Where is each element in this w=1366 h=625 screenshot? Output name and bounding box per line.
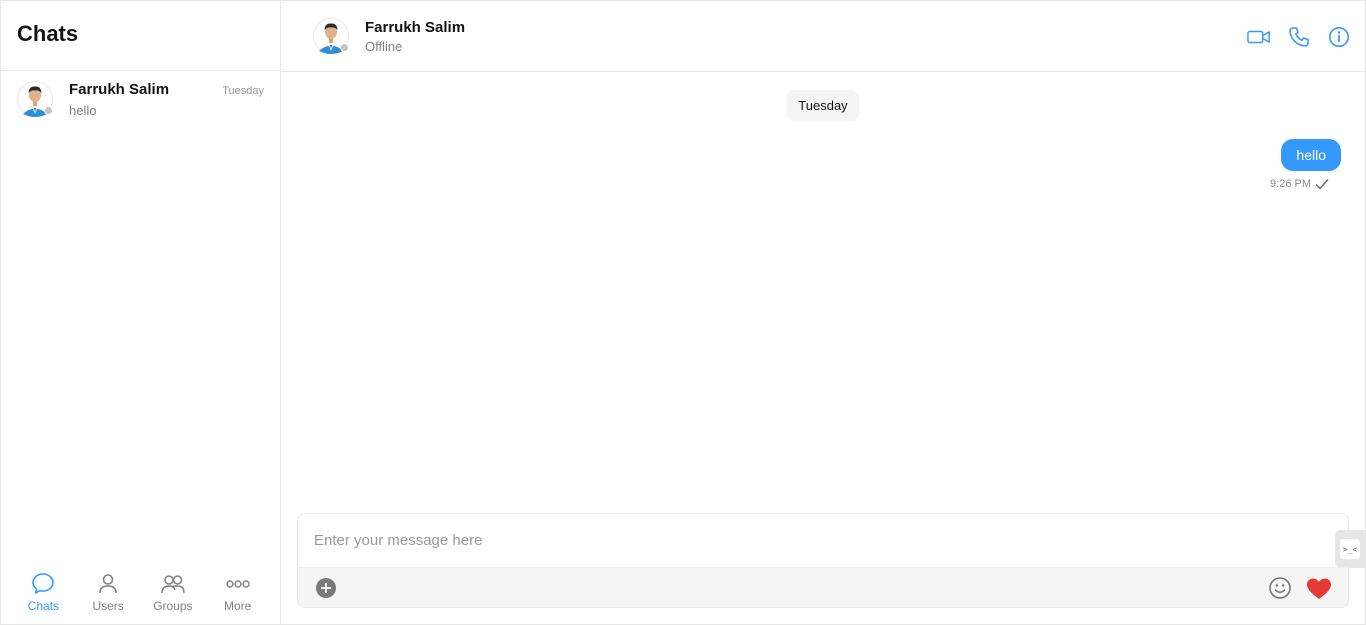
attach-button[interactable] <box>316 578 336 598</box>
bottom-nav: Chats Users Groups More <box>1 560 280 624</box>
heart-icon <box>1307 578 1331 599</box>
nav-item-chats[interactable]: Chats <box>13 571 73 613</box>
avatar[interactable] <box>313 18 349 54</box>
message-meta: 9:26 PM <box>1270 178 1329 190</box>
chat-list-item[interactable]: Farrukh Salim hello Tuesday <box>1 71 280 127</box>
chat-list: Farrukh Salim hello Tuesday <box>1 71 280 560</box>
emoji-button[interactable] <box>1268 576 1292 600</box>
terminal-icon: >_< <box>1340 539 1360 559</box>
message-time: 9:26 PM <box>1270 178 1311 190</box>
more-icon <box>225 580 250 588</box>
plus-circle-icon <box>316 578 336 598</box>
groups-icon <box>161 575 185 594</box>
video-call-button[interactable] <box>1247 25 1271 49</box>
chat-header: Farrukh Salim Offline <box>281 1 1365 72</box>
sidebar-header: Chats <box>1 1 280 71</box>
outgoing-message-bubble[interactable]: hello <box>1281 139 1341 171</box>
chat-app: Chats Farrukh Salim hello Tuesday Chats … <box>0 0 1366 625</box>
chat-main: Farrukh Salim Offline Tuesday hello 9:26… <box>281 1 1365 624</box>
header-actions <box>1231 25 1351 49</box>
nav-label: Chats <box>27 599 60 613</box>
emoji-icon <box>1269 577 1291 599</box>
sidebar: Chats Farrukh Salim hello Tuesday Chats … <box>1 1 281 624</box>
chat-item-time: Tuesday <box>222 85 264 97</box>
message-input[interactable] <box>298 514 1348 567</box>
header-contact-name: Farrukh Salim <box>365 18 466 36</box>
floating-side-tab[interactable]: >_< <box>1335 530 1365 568</box>
nav-item-users[interactable]: Users <box>78 571 138 613</box>
presence-dot <box>44 106 53 115</box>
video-call-icon <box>1247 30 1270 44</box>
nav-item-groups[interactable]: Groups <box>143 571 203 613</box>
presence-dot <box>340 43 349 52</box>
nav-label: Users <box>92 599 124 613</box>
info-button[interactable] <box>1327 25 1351 49</box>
header-contact-status: Offline <box>365 38 403 54</box>
chat-item-preview: hello <box>69 103 97 118</box>
voice-call-button[interactable] <box>1287 25 1311 49</box>
sidebar-title: Chats <box>17 21 79 46</box>
info-icon <box>1329 27 1349 47</box>
nav-item-more[interactable]: More <box>208 571 268 613</box>
nav-label: Groups <box>153 599 193 613</box>
chat-bubble-icon <box>32 573 55 594</box>
phone-icon <box>1289 27 1309 47</box>
send-heart-button[interactable] <box>1306 577 1332 601</box>
message-list: Tuesday hello 9:26 PM >_< <box>281 72 1365 568</box>
date-separator: Tuesday <box>786 90 860 121</box>
message-composer <box>297 513 1349 608</box>
nav-label: More <box>223 599 252 613</box>
composer-toolbar <box>298 567 1348 607</box>
avatar <box>17 81 53 117</box>
sent-check-icon <box>1315 179 1329 190</box>
user-icon <box>99 574 117 594</box>
